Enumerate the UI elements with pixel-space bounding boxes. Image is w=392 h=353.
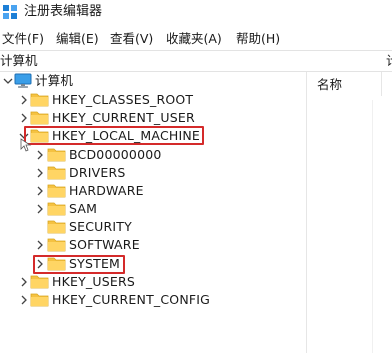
column-separator[interactable] — [381, 72, 382, 96]
tree-label: SAM — [69, 201, 98, 216]
tree-label: HKEY_CURRENT_CONFIG — [52, 292, 211, 307]
chevron-right-icon[interactable] — [35, 147, 45, 163]
folder-icon — [47, 166, 66, 180]
tree-item-security[interactable]: SECURITY — [0, 218, 240, 236]
chevron-right-icon[interactable] — [19, 110, 29, 126]
tree-label: HKEY_CLASSES_ROOT — [52, 92, 194, 107]
address-right-fragment: 计 — [386, 53, 392, 69]
column-header-name[interactable]: 名称 — [317, 77, 342, 93]
tree-label: HKEY_CURRENT_USER — [52, 110, 195, 125]
registry-tree-pane: 计算机 HKEY_CLASSES_ROOT HKEY_CURRENT_USER — [0, 72, 306, 353]
folder-icon — [47, 220, 66, 234]
highlight-box-system — [33, 255, 125, 274]
folder-icon — [47, 238, 66, 252]
computer-icon — [14, 73, 32, 88]
chevron-right-icon[interactable] — [19, 274, 29, 290]
folder-icon — [47, 184, 66, 198]
tree-item-computer[interactable]: 计算机 — [0, 72, 200, 90]
tree-item-bcd[interactable]: BCD00000000 — [0, 146, 240, 164]
address-path: 计算机 — [0, 53, 38, 68]
tree-label: 计算机 — [35, 73, 74, 88]
menu-file[interactable]: 文件(F) — [2, 31, 44, 47]
tree-label: SOFTWARE — [69, 237, 140, 252]
tree-item-hkey-current-user[interactable]: HKEY_CURRENT_USER — [0, 109, 240, 127]
chevron-right-icon[interactable] — [35, 183, 45, 199]
tree-item-hkey-classes-root[interactable]: HKEY_CLASSES_ROOT — [0, 91, 240, 109]
tree-item-drivers[interactable]: DRIVERS — [0, 164, 240, 182]
chevron-right-icon[interactable] — [35, 165, 45, 181]
tree-item-hkey-users[interactable]: HKEY_USERS — [0, 273, 240, 291]
address-bar[interactable]: 计算机 计 — [0, 50, 392, 72]
window-title: 注册表编辑器 — [24, 4, 103, 19]
folder-icon — [30, 93, 49, 107]
folder-icon — [30, 111, 49, 125]
chevron-down-icon[interactable] — [3, 73, 13, 89]
title-bar: 注册表编辑器 — [0, 0, 392, 26]
tree-item-sam[interactable]: SAM — [0, 200, 240, 218]
menu-help[interactable]: 帮助(H) — [236, 31, 280, 47]
chevron-right-icon[interactable] — [35, 237, 45, 253]
menu-edit[interactable]: 编辑(E) — [56, 31, 99, 47]
tree-label: BCD00000000 — [69, 147, 162, 162]
tree-label: DRIVERS — [69, 165, 126, 180]
chevron-right-icon[interactable] — [35, 201, 45, 217]
tree-label: SECURITY — [69, 219, 132, 234]
tree-label: HARDWARE — [69, 183, 144, 198]
chevron-right-icon[interactable] — [19, 92, 29, 108]
tree-item-software[interactable]: SOFTWARE — [0, 236, 240, 254]
menu-favorites[interactable]: 收藏夹(A) — [166, 31, 222, 47]
highlight-box-local-machine — [24, 126, 204, 145]
tree-item-hardware[interactable]: HARDWARE — [0, 182, 240, 200]
tree-label: HKEY_USERS — [52, 274, 135, 289]
folder-icon — [47, 202, 66, 216]
chevron-right-icon[interactable] — [19, 292, 29, 308]
registry-editor-app-icon — [3, 5, 17, 19]
column-divider-line — [372, 100, 373, 353]
folder-icon — [30, 293, 49, 307]
values-pane: 名称 — [307, 72, 392, 353]
folder-icon — [30, 275, 49, 289]
folder-icon — [47, 148, 66, 162]
tree-item-hkey-current-config[interactable]: HKEY_CURRENT_CONFIG — [0, 291, 240, 309]
menu-bar: 文件(F) 编辑(E) 查看(V) 收藏夹(A) 帮助(H) — [0, 28, 392, 50]
menu-view[interactable]: 查看(V) — [110, 31, 153, 47]
